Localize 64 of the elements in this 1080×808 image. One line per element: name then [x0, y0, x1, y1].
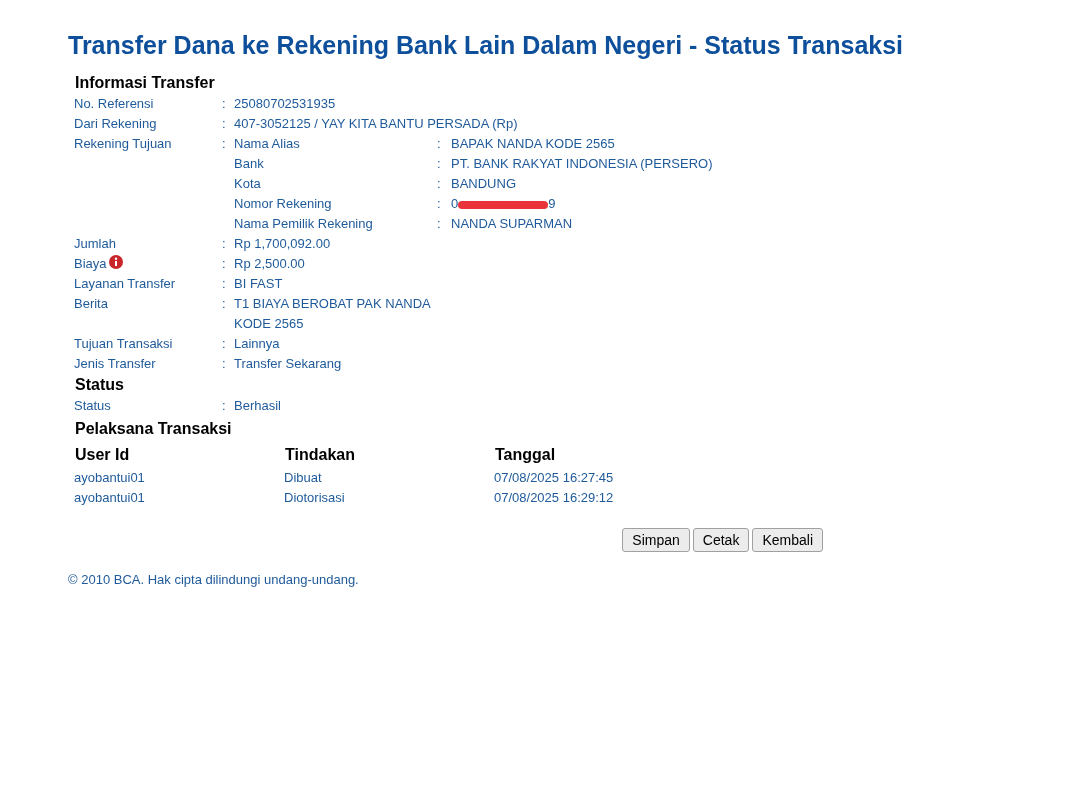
separator: :	[222, 335, 226, 353]
field-value: 25080702531935	[234, 95, 336, 113]
action-button[interactable]: Cetak	[692, 528, 750, 552]
field-label: Jenis Transfer	[74, 355, 156, 373]
field-label: Status	[74, 397, 111, 415]
field-value: NANDA SUPARMAN	[451, 215, 573, 233]
field-value: Transfer Sekarang	[234, 355, 342, 373]
page-title: Transfer Dana ke Rekening Bank Lain Dalam Negeri - Status Transaksi	[68, 30, 905, 60]
column-header: Tindakan	[284, 445, 356, 465]
action-button[interactable]: Simpan	[622, 528, 690, 552]
separator: :	[437, 155, 441, 173]
field-label: Bank	[234, 155, 265, 173]
field-label: Biaya	[74, 255, 107, 273]
table-cell-text: Dibuat	[284, 469, 323, 487]
table-cell-text: ayobantui01	[74, 469, 146, 487]
field-value: Berhasil	[234, 397, 281, 415]
table-cell-text: 07/08/2025 16:27:45	[494, 469, 615, 487]
separator: :	[222, 115, 226, 133]
field-value: PT. BANK RAKYAT INDONESIA (PERSERO)	[451, 155, 713, 173]
column-header: User Id	[74, 445, 131, 465]
separator: :	[437, 175, 441, 193]
column-header: Tanggal	[494, 445, 557, 465]
field-label: Nama Alias	[234, 135, 301, 153]
field-label: Tujuan Transaksi	[74, 335, 173, 353]
info-icon[interactable]	[108, 255, 123, 269]
field-label: Jumlah	[74, 235, 116, 253]
field-value: 0	[451, 195, 459, 213]
field-label: Berita	[74, 295, 108, 313]
field-value: BANDUNG	[451, 175, 516, 193]
field-value: Lainnya	[234, 335, 280, 353]
table-cell-text: 07/08/2025 16:29:12	[494, 489, 615, 507]
field-label: No. Referensi	[74, 95, 154, 113]
field-value: Rp 1,700,092.00	[234, 235, 331, 253]
field-value: KODE 2565	[234, 315, 305, 333]
separator: :	[222, 95, 226, 113]
field-label: Kota	[234, 175, 262, 193]
separator: :	[437, 215, 441, 233]
field-value: 9	[548, 195, 556, 213]
separator: :	[437, 195, 441, 213]
field-label: Rekening Tujuan	[74, 135, 172, 153]
section-heading: Pelaksana Transaksi	[74, 419, 233, 439]
action-button[interactable]: Kembali	[752, 528, 823, 552]
field-label: Layanan Transfer	[74, 275, 176, 293]
field-value: Rp 2,500.00	[234, 255, 305, 273]
field-label: Nomor Rekening	[234, 195, 333, 213]
field-value: 407-3052125 / YAY KITA BANTU PERSADA (Rp)	[234, 115, 518, 133]
separator: :	[222, 275, 226, 293]
separator: :	[222, 295, 226, 313]
separator: :	[222, 397, 226, 415]
field-value: BAPAK NANDA KODE 2565	[451, 135, 615, 153]
separator: :	[222, 235, 226, 253]
separator: :	[437, 135, 441, 153]
table-cell-text: Diotorisasi	[284, 489, 346, 507]
section-heading: Informasi Transfer	[74, 73, 216, 93]
field-value: BI FAST	[234, 275, 283, 293]
field-label: Dari Rekening	[74, 115, 157, 133]
table-cell-text: ayobantui01	[74, 489, 146, 507]
separator: :	[222, 255, 226, 273]
field-value: T1 BIAYA BEROBAT PAK NANDA	[234, 295, 431, 313]
field-label: Nama Pemilik Rekening	[234, 215, 374, 233]
separator: :	[222, 355, 226, 373]
section-heading: Status	[74, 375, 125, 395]
separator: :	[222, 135, 226, 153]
copyright-text: © 2010 BCA. Hak cipta dilindungi undang-undang.	[68, 571, 360, 589]
